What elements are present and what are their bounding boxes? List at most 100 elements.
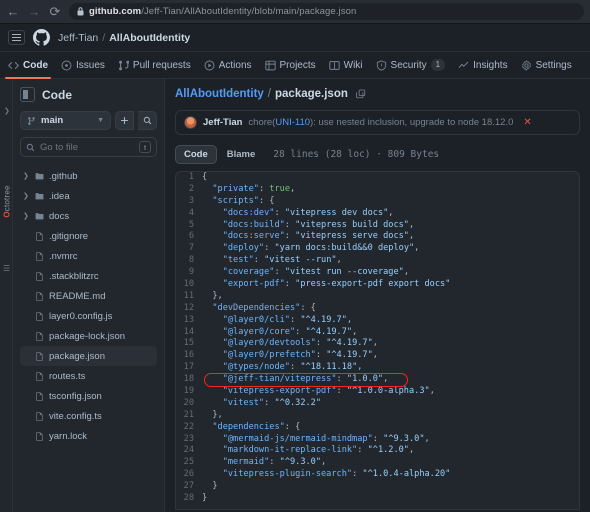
line-number[interactable]: 28 [176,493,202,505]
line-number[interactable]: 17 [176,362,202,374]
line-number[interactable]: 6 [176,231,202,243]
code-token: "vitest --run" [264,255,337,266]
tree-item-github[interactable]: ❯ .github [20,166,157,186]
code-line: 3 "scripts": { [176,196,579,208]
tab-settings[interactable]: Settings [521,52,572,79]
line-number[interactable]: 25 [176,457,202,469]
tree-item-yarnlock[interactable]: ❯yarn.lock [20,426,157,446]
chevron-right-icon[interactable]: ❯ [4,107,10,115]
line-number[interactable]: 7 [176,243,202,255]
address-bar[interactable]: github.com/Jeff-Tian/AllAboutIdentity/bl… [69,3,584,20]
code-viewer[interactable]: 1{2 "private": true, 3 "scripts": {4 "doc… [175,171,580,510]
close-icon[interactable]: ✕ [523,117,531,128]
code-token: : [289,314,301,325]
grip-icon[interactable]: ☰ [3,264,10,273]
breadcrumb-owner[interactable]: Jeff-Tian [58,32,98,44]
code-token: : [352,469,363,480]
line-content: "scripts": { [202,196,274,208]
tab-pull-requests[interactable]: Pull requests [118,52,191,79]
tab-code[interactable]: Code [5,52,51,79]
forward-icon[interactable]: → [27,5,41,18]
line-number[interactable]: 26 [176,469,202,481]
line-number[interactable]: 22 [176,422,202,434]
tab-wiki[interactable]: Wiki [328,52,363,79]
line-number[interactable]: 9 [176,267,202,279]
tree-item-routests[interactable]: ❯routes.ts [20,366,157,386]
chevron-right-icon[interactable]: ❯ [23,192,30,200]
line-number[interactable]: 4 [176,208,202,220]
tab-projects[interactable]: Projects [264,52,316,79]
code-token: "^1.0.4-alpha.20" [362,469,451,480]
tab-code-view[interactable]: Code [175,145,217,164]
sidebar-panel-icon[interactable] [20,87,35,102]
tree-item-packagejson[interactable]: ❯package.json [20,346,157,366]
url-domain: github.com [89,6,142,17]
hamburger-menu-icon[interactable] [8,30,25,45]
add-file-button[interactable] [115,111,134,130]
line-number[interactable]: 2 [176,184,202,196]
branch-selector[interactable]: main ▼ [20,111,111,130]
line-number[interactable]: 27 [176,481,202,493]
reload-icon[interactable]: ⟳ [48,5,62,18]
line-number[interactable]: 16 [176,350,202,362]
tree-item-label: routes.ts [49,370,86,382]
line-number[interactable]: 18 [176,374,202,386]
commit-message-link[interactable]: UNI-110 [275,117,310,128]
github-logo-icon[interactable] [33,29,50,46]
tree-item-label: tsconfig.json [49,390,102,402]
line-number[interactable]: 8 [176,255,202,267]
tree-item-nvmrc[interactable]: ❯.nvmrc [20,246,157,266]
line-number[interactable]: 24 [176,445,202,457]
code-line: 2 "private": true, [176,184,579,196]
tree-item-gitignore[interactable]: ❯.gitignore [20,226,157,246]
tab-insights[interactable]: Insights [458,52,508,79]
path-repo-link[interactable]: AllAboutIdentity [175,88,264,100]
breadcrumb-repo[interactable]: AllAboutIdentity [109,32,190,44]
commit-author[interactable]: Jeff-Tian [203,117,242,128]
code-line: 20 "vitest": "^0.32.2" [176,398,579,410]
line-number[interactable]: 21 [176,410,202,422]
code-token: }, [202,409,223,420]
tab-actions[interactable]: Actions [204,52,252,79]
chevron-right-icon[interactable]: ❯ [23,172,30,180]
search-files-button[interactable] [138,111,157,130]
code-line: 18 "@jeff-tian/vitepress": "1.0.0", [176,374,579,386]
commit-message-prefix: chore( [248,117,276,128]
back-icon[interactable]: ← [6,5,20,18]
line-number[interactable]: 15 [176,338,202,350]
tree-item-viteconfigts[interactable]: ❯vite.config.ts [20,406,157,426]
code-token: "^4.19.7" [305,326,353,337]
tree-item-docs[interactable]: ❯ docs [20,206,157,226]
go-to-file-input[interactable]: Go to file t [20,137,157,157]
line-number[interactable]: 3 [176,196,202,208]
line-number[interactable]: 19 [176,386,202,398]
line-number[interactable]: 10 [176,279,202,291]
tree-item-readmemd[interactable]: ❯README.md [20,286,157,306]
line-number[interactable]: 12 [176,303,202,315]
tab-blame-view[interactable]: Blame [219,146,264,163]
avatar[interactable] [184,116,197,129]
tree-item-stackblitzrc[interactable]: ❯.stackblitzrc [20,266,157,286]
line-number[interactable]: 23 [176,434,202,446]
line-number[interactable]: 14 [176,327,202,339]
file-meta: 28 lines (28 loc) · 809 Bytes [273,149,440,160]
octotree-strip[interactable]: ❯ Octotree ☰ [0,79,13,512]
chevron-right-icon[interactable]: ❯ [23,212,30,220]
tree-item-idea[interactable]: ❯ .idea [20,186,157,206]
line-number[interactable]: 11 [176,291,202,303]
file-icon [36,291,43,301]
tab-security[interactable]: Security 1 [376,52,446,79]
code-token: "@types/node" [222,362,290,373]
copy-path-icon[interactable] [356,89,366,99]
gear-icon [521,59,531,71]
tree-item-layer0configjs[interactable]: ❯layer0.config.js [20,306,157,326]
line-number[interactable]: 1 [176,172,202,184]
tree-item-package-lockjson[interactable]: ❯package-lock.json [20,326,157,346]
line-number[interactable]: 5 [176,220,202,232]
line-number[interactable]: 13 [176,315,202,327]
tree-item-tsconfigjson[interactable]: ❯tsconfig.json [20,386,157,406]
tab-issues[interactable]: Issues [61,52,105,79]
line-number[interactable]: 20 [176,398,202,410]
